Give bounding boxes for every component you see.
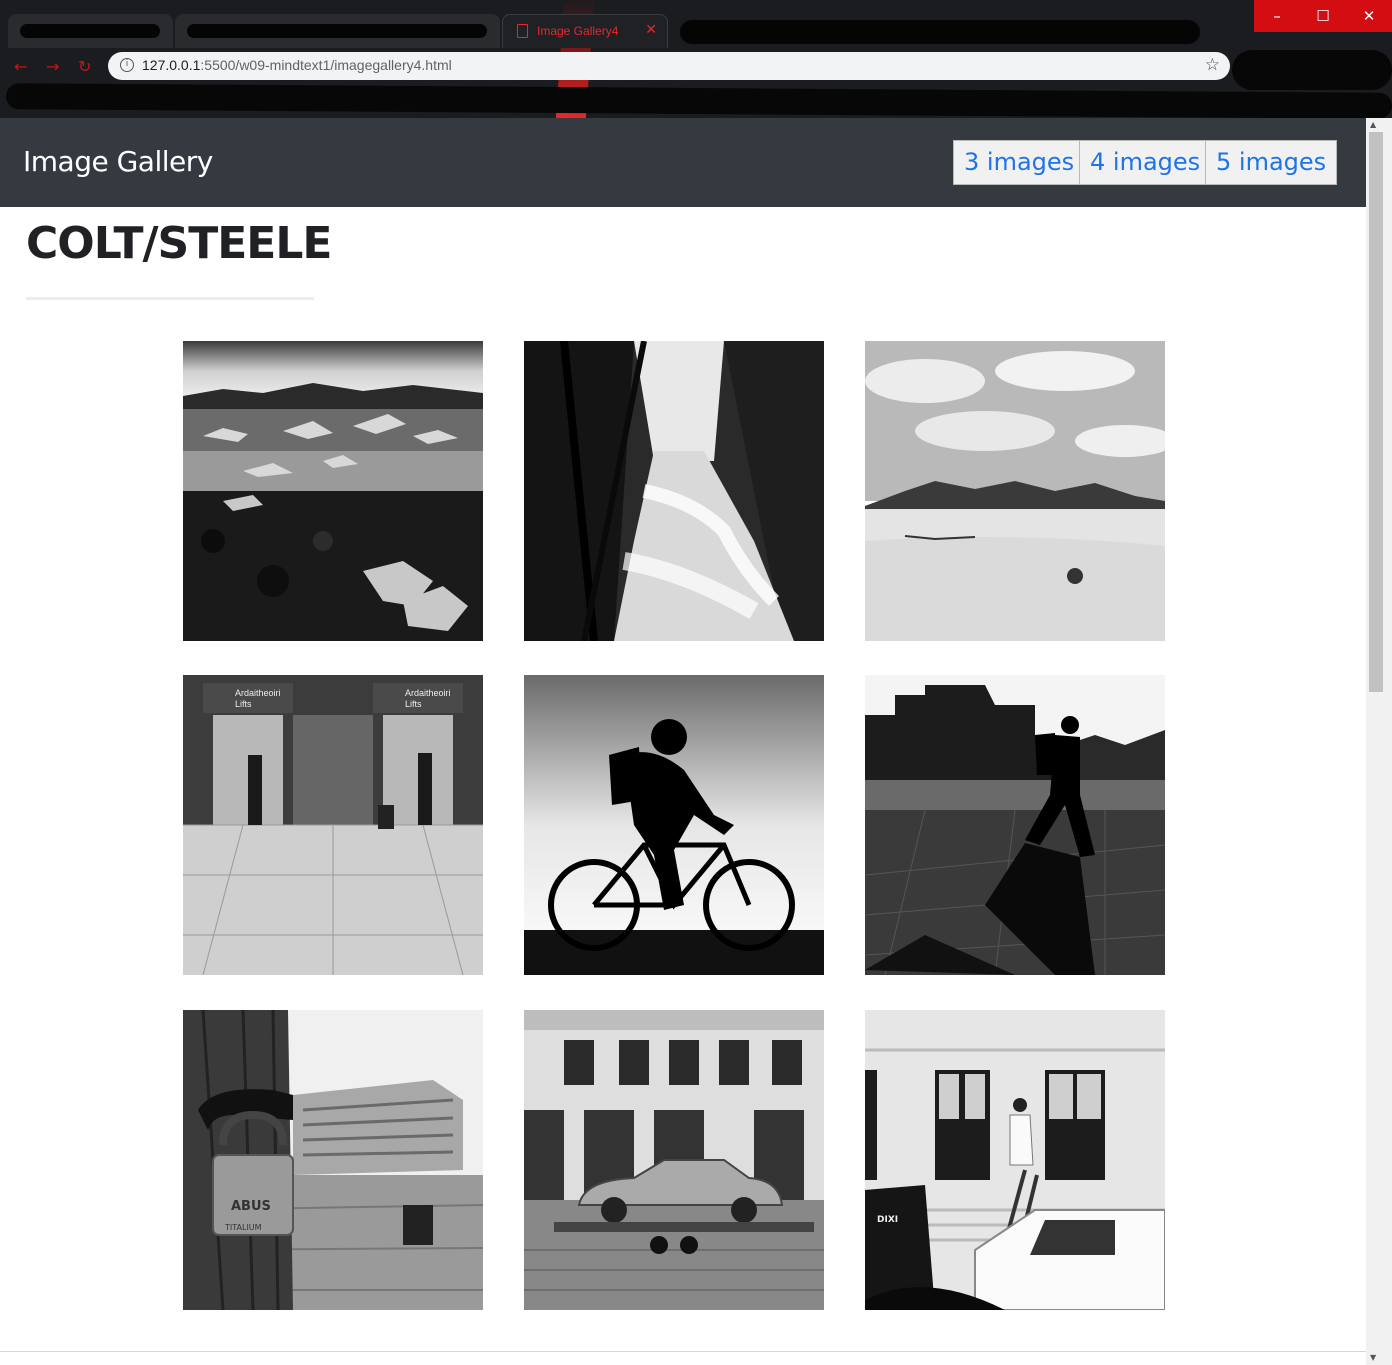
tab-redacted-3[interactable] <box>680 20 1200 44</box>
gallery-image-painter[interactable]: DIXI <box>865 1010 1165 1310</box>
reload-icon[interactable]: ↻ <box>78 57 91 76</box>
lift-sign-left-sub: Lifts <box>235 699 252 709</box>
gallery-image-car-trailer[interactable] <box>524 1010 824 1310</box>
url-text[interactable]: 127.0.0.1:5500/w09-mindtext1/imagegaller… <box>142 57 452 73</box>
tab-title: Image Gallery4 <box>537 24 619 38</box>
page-heading: COLT/STEELE <box>26 218 332 269</box>
page: Image Gallery 3 images 4 images 5 images… <box>0 118 1366 1365</box>
file-icon <box>517 24 528 38</box>
tab-redacted-2[interactable] <box>175 14 500 48</box>
maximize-button[interactable]: ☐ <box>1300 0 1346 32</box>
close-button[interactable]: ✕ <box>1346 0 1392 32</box>
bookmarks-bar-redacted <box>5 83 1392 118</box>
tab-close-icon[interactable]: ✕ <box>645 22 657 38</box>
lift-sign-right: Ardaitheoiri <box>405 688 451 698</box>
tab-strip: Image Gallery4 ✕ <box>0 0 1392 48</box>
gallery-image-desert[interactable] <box>865 341 1165 641</box>
extensions-redacted <box>1232 50 1392 90</box>
divider <box>26 297 314 300</box>
back-icon[interactable]: ← <box>14 57 27 76</box>
tab-image-gallery[interactable]: Image Gallery4 ✕ <box>502 14 668 48</box>
padlock-model: TITALIUM <box>224 1223 262 1232</box>
browser-chrome: Image Gallery4 ✕ – ☐ ✕ ← → ↻ i 127.0.0.1… <box>0 0 1392 118</box>
lift-sign-right-sub: Lifts <box>405 699 422 709</box>
gallery-image-padlock[interactable]: ABUS TITALIUM <box>183 1010 483 1310</box>
navbar: Image Gallery 3 images 4 images 5 images <box>0 118 1366 207</box>
toilet-brand: DIXI <box>877 1215 898 1225</box>
info-icon[interactable]: i <box>120 58 134 72</box>
scrollbar-thumb[interactable] <box>1369 132 1383 692</box>
gallery-image-airport-lifts[interactable]: Ardaitheoiri Lifts Ardaitheoiri Lifts <box>183 675 483 975</box>
padlock-brand: ABUS <box>231 1199 271 1214</box>
gallery-image-waterfall[interactable] <box>524 341 824 641</box>
bookmark-star-icon[interactable]: ☆ <box>1205 55 1220 75</box>
lift-sign-left: Ardaitheoiri <box>235 688 281 698</box>
page-bottom-divider <box>0 1351 1366 1352</box>
window-controls: – ☐ ✕ <box>1254 0 1392 32</box>
five-images-button[interactable]: 5 images <box>1205 140 1338 185</box>
gallery-image-walking-man[interactable] <box>865 675 1165 975</box>
three-images-button[interactable]: 3 images <box>953 140 1086 185</box>
scroll-up-icon[interactable]: ▲ <box>1370 120 1376 129</box>
gallery-image-cyclist[interactable] <box>524 675 824 975</box>
navbar-brand[interactable]: Image Gallery <box>23 145 213 178</box>
address-bar[interactable]: i 127.0.0.1:5500/w09-mindtext1/imagegall… <box>108 52 1230 80</box>
tab-redacted-1[interactable] <box>8 14 173 48</box>
scroll-down-icon[interactable]: ▼ <box>1370 1353 1376 1362</box>
gallery-image-glacier[interactable] <box>183 341 483 641</box>
minimize-button[interactable]: – <box>1254 0 1300 32</box>
forward-icon[interactable]: → <box>46 57 59 76</box>
four-images-button[interactable]: 4 images <box>1079 140 1212 185</box>
